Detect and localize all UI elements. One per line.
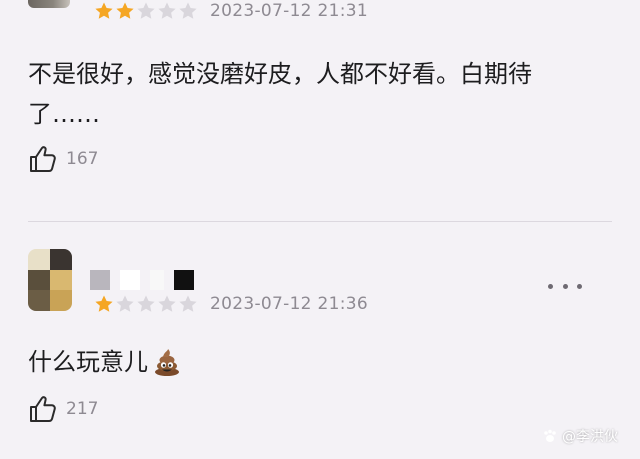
star-icon <box>116 295 134 312</box>
watermark-text: @李洪伙 <box>562 429 618 445</box>
thumbs-up-icon <box>30 396 56 422</box>
rating-stars <box>94 294 198 314</box>
review-text: 不是很好，感觉没磨好皮，人都不好看。白期待 了…… <box>28 54 608 134</box>
review-date: 2023-07-12 21:36 <box>210 294 368 314</box>
star-icon <box>137 2 155 19</box>
like-button[interactable]: 167 <box>28 144 98 174</box>
thumbs-up-icon <box>30 146 56 172</box>
avatar[interactable] <box>28 249 72 311</box>
star-icon <box>179 2 197 19</box>
review-text-line: 不是很好，感觉没磨好皮，人都不好看。白期待 <box>28 60 532 88</box>
like-button[interactable]: 217 <box>28 394 98 424</box>
rating-stars <box>94 1 198 21</box>
star-icon <box>137 295 155 312</box>
star-icon <box>179 295 197 312</box>
like-count: 217 <box>66 399 99 419</box>
username-redacted[interactable] <box>90 270 194 290</box>
poop-icon <box>155 349 179 376</box>
review-text-line: 了…… <box>28 100 100 128</box>
star-icon <box>158 295 176 312</box>
review-date: 2023-07-12 21:31 <box>210 1 368 21</box>
like-count: 167 <box>66 149 99 169</box>
divider <box>28 221 612 222</box>
star-icon <box>116 2 134 19</box>
more-icon[interactable] <box>548 276 582 296</box>
avatar[interactable] <box>28 0 70 8</box>
star-icon <box>95 295 113 312</box>
star-icon <box>158 2 176 19</box>
star-icon <box>95 2 113 19</box>
review-text: 什么玩意儿 <box>28 342 182 382</box>
watermark: @李洪伙 <box>542 426 618 446</box>
paw-logo-icon <box>544 429 556 442</box>
review-text-line: 什么玩意儿 <box>28 348 148 376</box>
